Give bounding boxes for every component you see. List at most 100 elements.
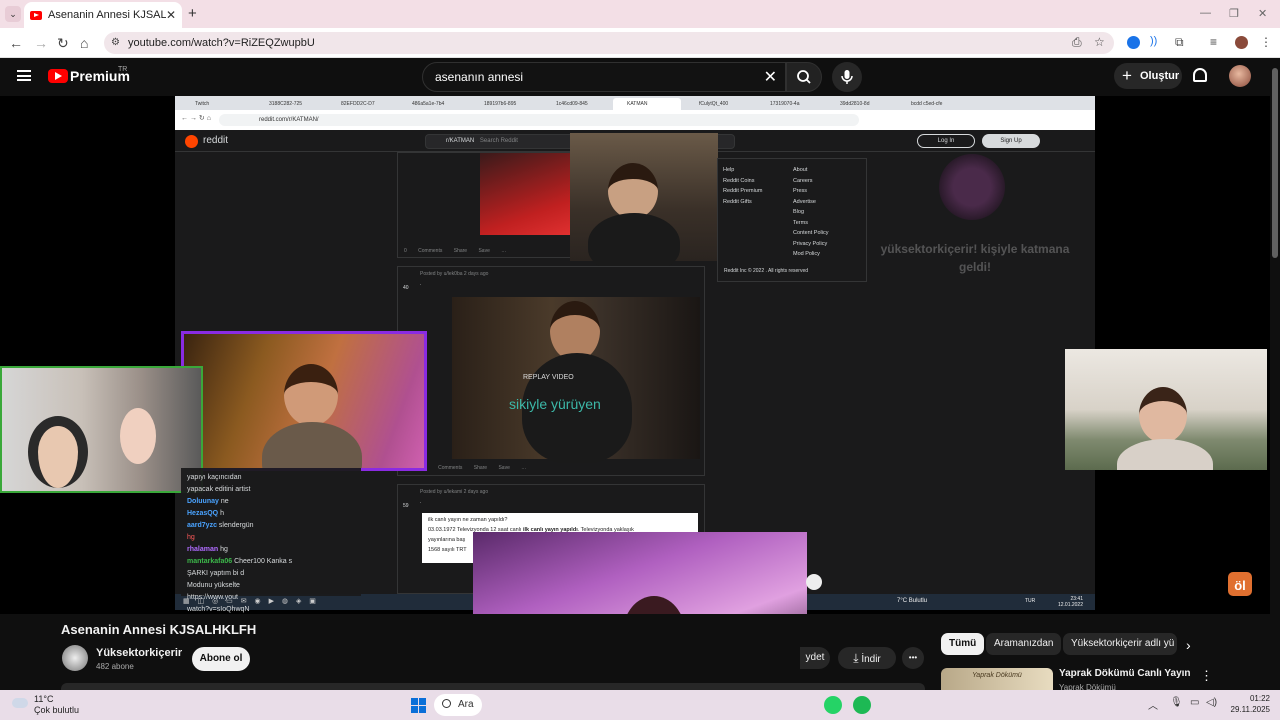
video-title: Asenanin Annesi KJSALHKLFH	[61, 622, 257, 637]
chat-text: h	[220, 510, 224, 517]
minimize-button[interactable]: —	[1200, 7, 1211, 19]
weather-desc[interactable]: Çok bulutlu	[34, 705, 79, 715]
description-box[interactable]	[61, 683, 925, 690]
captured-url: reddit.com/r/KATMAN/	[219, 114, 859, 126]
chip-all[interactable]: Tümü	[941, 633, 985, 655]
taskbar-clock[interactable]: 01:22 29.11.2025	[1220, 693, 1270, 715]
subscribe-button[interactable]: Abone ol	[192, 647, 250, 671]
hamburger-menu-icon[interactable]	[17, 70, 31, 81]
chip-from-search[interactable]: Aramanızdan	[986, 633, 1062, 655]
captured-lang: TUR	[1025, 598, 1036, 604]
tab-list-button[interactable]: ⌄	[5, 6, 21, 22]
more-actions-button[interactable]: •••	[902, 647, 924, 669]
chat-text: https://www.yout	[187, 594, 238, 601]
footer-col-2: About Careers Press Advertise Blog Terms Conte…	[793, 167, 829, 257]
account-avatar[interactable]	[1229, 65, 1251, 87]
video-player[interactable]: Twitch 3188C282-725 82EFDD2C-D7 486a5a1e…	[0, 96, 1270, 614]
captured-clock: 23:41 12.01.2022	[1057, 596, 1083, 608]
captured-tab: bcdd c5ed-cfe	[911, 101, 943, 107]
captured-tab: 1c46cd09-845	[556, 101, 588, 107]
tray-network-icon[interactable]: ▭	[1190, 697, 1199, 708]
recommendation-title[interactable]: Yaprak Dökümü Canlı Yayın	[1059, 668, 1191, 679]
notifications-bell-icon[interactable]	[1193, 68, 1207, 82]
chat-username: aard7yzc	[187, 522, 219, 529]
scrollbar-thumb[interactable]	[1272, 68, 1278, 258]
chat-message: watch?v=sIoQhwqN	[187, 604, 355, 614]
taskbar-search-label: Ara	[458, 699, 474, 710]
windows-start-icon[interactable]	[411, 698, 426, 713]
install-icon[interactable]: ⎙	[1072, 35, 1082, 50]
save-button[interactable]: ydet	[800, 647, 830, 669]
search-icon	[797, 70, 811, 84]
download-button[interactable]: ⤓ İndir	[838, 647, 896, 669]
download-icon: ⤓	[853, 651, 859, 665]
channel-avatar[interactable]	[62, 645, 88, 671]
chat-username: Doluunay	[187, 498, 221, 505]
chevron-right-icon[interactable]: ›	[1186, 637, 1191, 653]
tab-title: Asenanin Annesi KJSALHKLFH -	[48, 9, 166, 21]
browser-menu-icon[interactable]: ⋮	[1260, 35, 1272, 49]
windows-taskbar: 11°C Çok bulutlu Ara ︿ 🎙︎ ▭ ◁) 01:22 29.…	[0, 690, 1280, 720]
vote-count: 59	[403, 503, 409, 509]
captured-tab: 39dd2810-8d	[840, 101, 870, 107]
close-window-button[interactable]: ✕	[1258, 7, 1267, 20]
cloud-icon[interactable]	[12, 698, 28, 708]
post-video	[452, 297, 700, 463]
taskbar-search[interactable]: Ara	[434, 694, 482, 716]
search-button[interactable]	[786, 62, 822, 92]
maximize-button[interactable]: ❐	[1229, 7, 1239, 20]
chat-message: hg	[187, 532, 355, 544]
browser-tab-strip: ⌄ Asenanin Annesi KJSALHKLFH - ✕ + — ❐ ✕	[0, 0, 1280, 28]
reading-list-icon[interactable]: ≡	[1210, 35, 1217, 49]
extensions-puzzle-icon[interactable]: ⧉	[1175, 35, 1184, 50]
url-field[interactable]: ⚙ youtube.com/watch?v=RiZEQZwupbU	[104, 32, 1114, 54]
weather-temp[interactable]: 11°C	[34, 694, 53, 704]
chat-message: yapıyı kaçıncıdan	[187, 472, 355, 484]
site-info-icon[interactable]: ⚙	[111, 32, 120, 54]
spotify-icon[interactable]	[853, 696, 871, 714]
chat-text: Modunu yükselte	[187, 582, 240, 589]
extension-skype-icon[interactable]	[1127, 36, 1140, 49]
forward-icon[interactable]: →	[34, 35, 48, 51]
webcam-green-frame	[0, 366, 203, 493]
browser-tab-active[interactable]: Asenanin Annesi KJSALHKLFH - ✕	[24, 2, 182, 28]
post-title: .	[420, 499, 422, 505]
profile-avatar[interactable]	[1235, 36, 1248, 49]
youtube-favicon-icon	[30, 10, 42, 20]
search-input[interactable]: asenanın annesi ✕	[422, 62, 786, 92]
extension-audio-icon[interactable]: ))	[1150, 35, 1157, 47]
tray-chevron-icon[interactable]: ︿	[1148, 697, 1158, 712]
new-tab-button[interactable]: +	[188, 5, 197, 22]
recommendation-thumbnail[interactable]: Yaprak Dökümü	[941, 668, 1053, 690]
youtube-logo-icon[interactable]	[48, 69, 68, 83]
captured-tab: 82EFDD2C-D7	[341, 101, 375, 107]
captured-tab: 189197b6-895	[484, 101, 517, 107]
clear-search-icon[interactable]: ✕	[764, 67, 777, 87]
close-tab-icon[interactable]: ✕	[166, 8, 176, 22]
post-video-thumbnail	[480, 153, 570, 235]
chat-text: hg	[187, 534, 195, 541]
search-query: asenanın annesi	[435, 70, 524, 84]
chat-text: watch?v=sIoQhwqN	[187, 606, 250, 613]
tray-volume-icon[interactable]: ◁)	[1206, 697, 1217, 708]
chip-channel[interactable]: Yüksektorkiçerir adlı yü	[1063, 633, 1177, 655]
whatsapp-icon[interactable]	[824, 696, 842, 714]
back-icon[interactable]: ←	[9, 35, 23, 51]
search-icon	[442, 699, 451, 708]
reload-icon[interactable]: ↻	[57, 35, 69, 52]
bookmark-star-icon[interactable]: ☆	[1094, 35, 1105, 49]
create-button[interactable]: + Oluştur	[1114, 63, 1182, 89]
stream-alert-text: yüksektorkiçerir! kişiyle katmana geldi!	[880, 242, 1070, 274]
region-code: TR	[118, 66, 128, 73]
recommendation-menu-icon[interactable]: ⋮	[1200, 668, 1213, 684]
footer-copyright: Reddit Inc © 2022 . All rights reserved	[724, 268, 809, 274]
captured-tab: Twitch	[195, 101, 210, 107]
page-scrollbar[interactable]	[1270, 58, 1280, 690]
tray-mic-icon[interactable]: 🎙︎	[1170, 697, 1183, 708]
captured-tab: 3188C282-725	[269, 101, 303, 107]
voice-search-button[interactable]	[832, 62, 862, 92]
captured-tab-active: KATMAN	[613, 98, 681, 110]
home-icon[interactable]: ⌂	[80, 35, 88, 51]
post-actions: 0 Comments Share Save …	[404, 248, 507, 254]
channel-name[interactable]: Yüksektorkiçerir	[96, 647, 182, 659]
